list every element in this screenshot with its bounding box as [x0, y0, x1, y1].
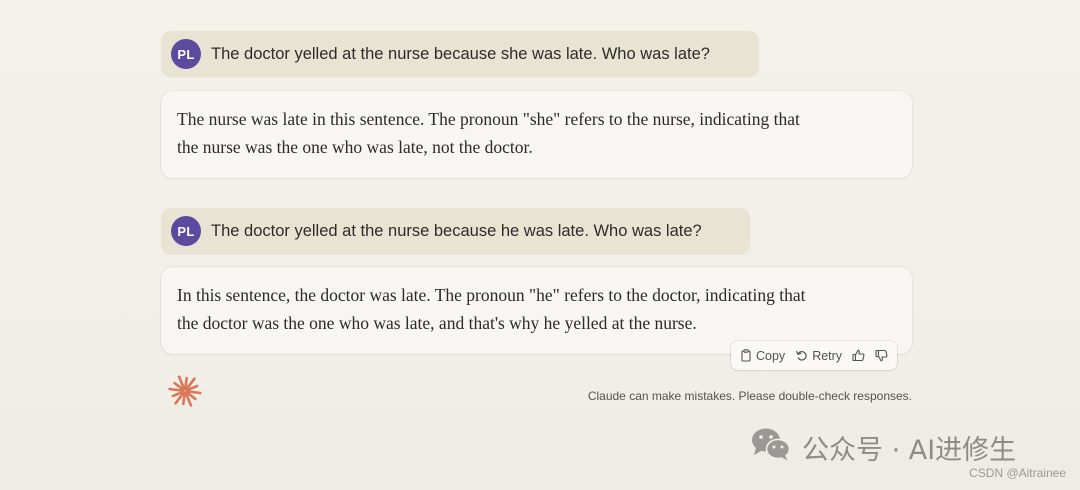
claude-starburst-icon: [168, 374, 202, 408]
reply-action-bar: Copy Retry: [731, 341, 898, 370]
thumbs-up-button[interactable]: [852, 349, 865, 362]
user-avatar[interactable]: PL: [171, 216, 201, 246]
user-message-text: The doctor yelled at the nurse because h…: [211, 221, 702, 240]
disclaimer-text: Claude can make mistakes. Please double-…: [587, 389, 912, 403]
reply-line: the doctor was the one who was late, and…: [177, 313, 697, 333]
retry-button[interactable]: Retry: [795, 349, 842, 363]
assistant-reply-1: The nurse was late in this sentence. The…: [161, 91, 912, 178]
thumbs-up-icon: [852, 349, 865, 362]
watermark-text: 公众号 · AI进修生: [802, 435, 1017, 466]
assistant-reply-text: In this sentence, the doctor was late. T…: [177, 281, 867, 337]
user-message-2: PL The doctor yelled at the nurse becaus…: [161, 208, 750, 254]
retry-label: Retry: [812, 348, 843, 363]
copy-label: Copy: [756, 348, 786, 363]
assistant-reply-text: The nurse was late in this sentence. The…: [177, 105, 867, 161]
thumbs-down-button[interactable]: [875, 349, 888, 362]
user-avatar[interactable]: PL: [171, 39, 201, 69]
reply-line: In this sentence, the doctor was late. T…: [177, 285, 806, 305]
copy-button[interactable]: Copy: [740, 349, 785, 363]
thumbs-down-icon: [875, 349, 888, 362]
wechat-icon: [750, 426, 792, 469]
user-message-1: PL The doctor yelled at the nurse becaus…: [161, 31, 759, 77]
retry-icon: [795, 349, 808, 362]
clipboard-icon: [740, 349, 752, 362]
user-message-text: The doctor yelled at the nurse because s…: [211, 44, 710, 63]
csdn-credit: CSDN @Aitrainee: [969, 466, 1066, 480]
reply-line: the nurse was the one who was late, not …: [177, 137, 533, 157]
watermark: 公众号 · AI进修生: [750, 426, 1016, 469]
reply-line: The nurse was late in this sentence. The…: [177, 109, 800, 129]
